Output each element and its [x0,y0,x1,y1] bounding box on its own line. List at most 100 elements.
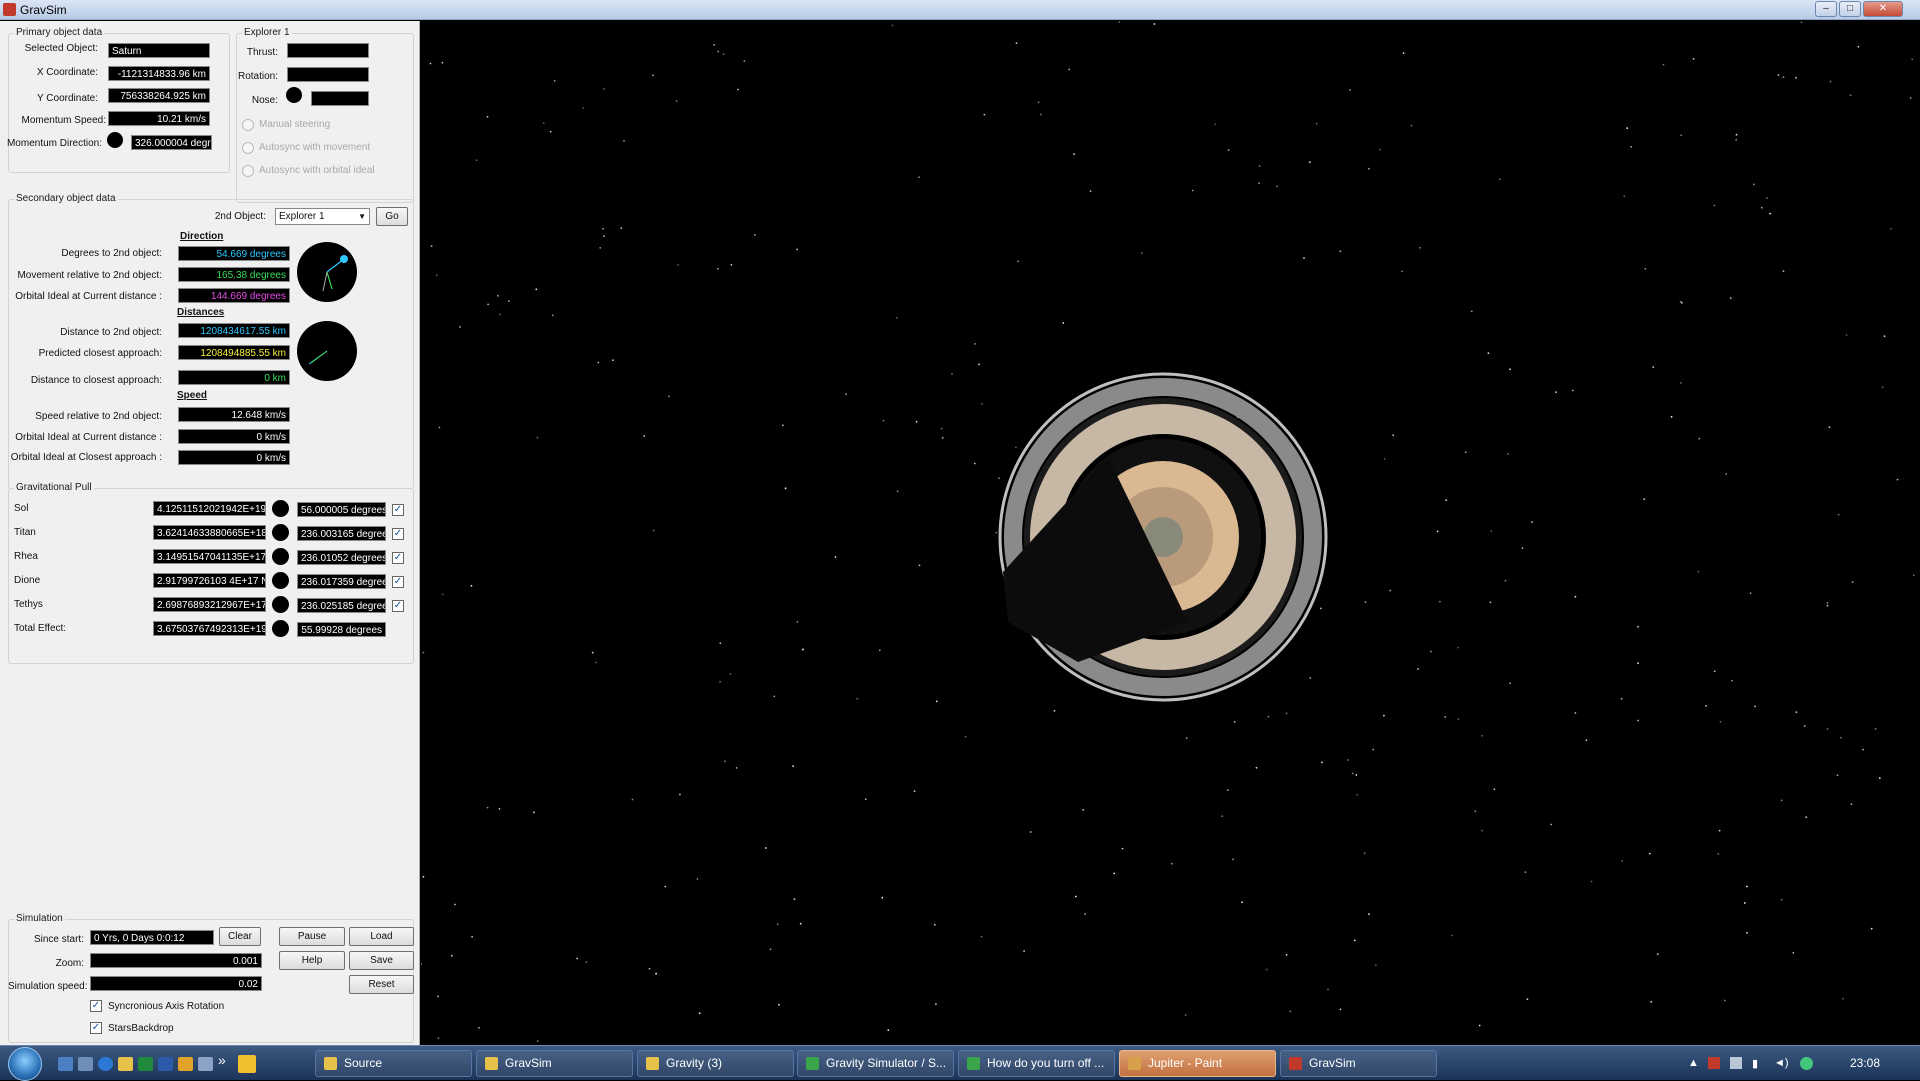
orbital-current-field[interactable]: 0 km/s [178,429,290,444]
gravity-include-checkbox[interactable]: ✓ [392,528,404,540]
star [1749,592,1752,595]
predicted-approach-field[interactable]: 1208494885.55 km [178,345,290,360]
tray-expand-icon[interactable]: ▲ [1688,1057,1699,1069]
gravity-degrees-field[interactable]: 236.003165 degrees [297,526,386,541]
folder-icon[interactable] [118,1057,133,1071]
sim-speed-field[interactable]: 0.02 [90,976,262,991]
gravity-degrees-field[interactable]: 236.01052 degrees [297,550,386,565]
network-icon[interactable]: ▮ [1752,1057,1758,1070]
gravity-degrees-field[interactable]: 236.025185 degrees [297,598,386,613]
rotation-field[interactable] [287,67,369,82]
minimize-button[interactable]: – [1815,1,1837,17]
momentum-speed-field[interactable]: 10.21 km/s [108,111,210,126]
gravity-include-checkbox[interactable]: ✓ [392,552,404,564]
more-icon[interactable]: » [218,1052,226,1068]
taskbar-item[interactable]: GravSim [476,1050,633,1077]
gravity-include-checkbox[interactable]: ✓ [392,600,404,612]
gravity-include-checkbox[interactable]: ✓ [392,576,404,588]
gravity-force-field[interactable]: 3.62414633880665E+18 N [153,525,266,540]
gravity-degrees-field[interactable]: 55.99928 degrees [297,622,386,637]
gravity-force-field[interactable]: 2.91799726103 4E+17 N [153,573,266,588]
star [1874,728,1877,730]
taskbar-item[interactable]: GravSim [1280,1050,1437,1077]
star [1585,739,1588,742]
word-icon[interactable] [158,1057,173,1071]
degrees-field[interactable]: 54.669 degrees [178,246,290,261]
distance-field[interactable]: 1208434617.55 km [178,323,290,338]
close-button[interactable]: ✕ [1863,1,1903,17]
taskbar-app-icon [324,1057,337,1070]
device-icon[interactable] [1730,1057,1742,1069]
autosync-movement-radio[interactable] [242,142,254,154]
clock[interactable]: 23:08 [1850,1056,1880,1070]
second-object-value: Explorer 1 [279,211,325,222]
star [1170,862,1173,865]
taskbar: » Source GravSim Gravity (3) Gravity Simula… [0,1045,1920,1081]
excel-icon[interactable] [138,1057,153,1071]
nose-field[interactable] [311,91,369,106]
star [722,53,725,56]
star [698,1012,701,1015]
gravity-include-checkbox[interactable]: ✓ [392,504,404,516]
selected-object-field[interactable]: Saturn [108,43,210,58]
taskbar-item[interactable]: How do you turn off ... [958,1050,1115,1077]
taskbar-item[interactable]: Gravity Simulator / S... [797,1050,954,1077]
show-desktop-icon[interactable] [58,1057,73,1071]
thrust-field[interactable] [287,43,369,58]
star [1185,737,1188,740]
y-coordinate-field[interactable]: 756338264.925 km [108,88,210,103]
internet-explorer-icon[interactable] [98,1057,113,1071]
volume-icon[interactable]: ◄) [1774,1057,1789,1069]
gravity-force-field[interactable]: 4.12511512021942E+19 N [153,501,266,516]
control-panel: Primary object data Selected Object: Sat… [0,21,420,1045]
gravity-force-field[interactable]: 3.14951547041135E+17 N [153,549,266,564]
pause-button[interactable]: Pause [279,927,345,946]
movement-field[interactable]: 165.38 degrees [178,267,290,282]
distance-closest-field[interactable]: 0 km [178,370,290,385]
taskbar-item[interactable]: Jupiter - Paint [1119,1050,1276,1077]
go-button[interactable]: Go [376,207,408,226]
app-tray-icon[interactable] [1800,1057,1813,1070]
gravity-force-field[interactable]: 2.69876893212967E+17 N [153,597,266,612]
saturn-planet[interactable] [998,372,1328,702]
help-button[interactable]: Help [279,951,345,970]
nose-label: Nose: [251,95,278,106]
taskbar-item[interactable]: Source [315,1050,472,1077]
maximize-button[interactable]: □ [1839,1,1861,17]
star [1842,997,1844,1000]
orbital-ideal-degrees-field[interactable]: 144.669 degrees [178,288,290,303]
taskbar-item[interactable]: Gravity (3) [637,1050,794,1077]
star [724,760,726,763]
star [1662,63,1665,66]
autosync-orbital-radio[interactable] [242,165,254,177]
star [1637,662,1639,665]
load-button[interactable]: Load [349,927,414,946]
window-title: GravSim [20,3,67,17]
star [542,122,545,124]
second-object-select[interactable]: Explorer 1 ▼ [275,208,370,225]
clear-button[interactable]: Clear [219,927,261,946]
star [1355,774,1358,776]
space-viewport[interactable] [421,21,1920,1045]
gravity-degrees-field[interactable]: 236.017359 degrees [297,574,386,589]
manual-steering-radio[interactable] [242,119,254,131]
zoom-field[interactable]: 0.001 [90,953,262,968]
window-switcher-icon[interactable] [78,1057,93,1071]
gravity-force-field[interactable]: 3.67503767492313E+19 N [153,621,266,636]
star [623,140,625,142]
explorer-pinned-icon[interactable] [238,1055,256,1073]
stars-backdrop-checkbox[interactable]: ✓ [90,1022,102,1034]
reset-button[interactable]: Reset [349,975,414,994]
start-button[interactable] [8,1047,42,1081]
speed-relative-field[interactable]: 12.648 km/s [178,407,290,422]
momentum-direction-field[interactable]: 326.000004 degrees [131,135,212,150]
outlook-icon[interactable] [178,1057,193,1071]
sync-rotation-checkbox[interactable]: ✓ [90,1000,102,1012]
action-center-icon[interactable] [1708,1057,1720,1069]
orbital-closest-field[interactable]: 0 km/s [178,450,290,465]
download-icon[interactable] [198,1057,213,1071]
x-coordinate-field[interactable]: -1121314833.96 km [108,66,210,81]
gravity-degrees-field[interactable]: 56.000005 degrees [297,502,386,517]
since-start-field[interactable]: 0 Yrs, 0 Days 0:0:12 [90,930,214,945]
save-button[interactable]: Save [349,951,414,970]
